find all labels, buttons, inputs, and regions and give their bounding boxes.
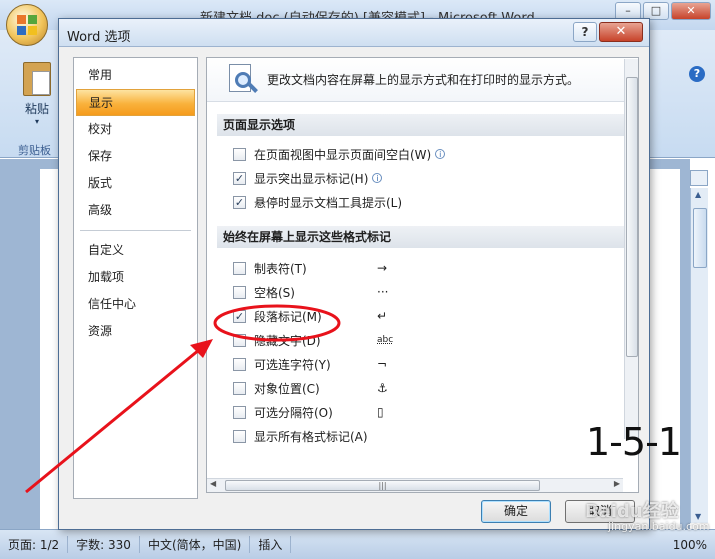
paste-button[interactable]: 粘贴 ▾ — [14, 62, 60, 126]
options-content: 更改文档内容在屏幕上的显示方式和在打印时的显示方式。 页面显示选项 在页面视图中… — [206, 57, 639, 493]
section-formatting-marks: 始终在屏幕上显示这些格式标记 — [217, 226, 628, 248]
content-vertical-scrollbar[interactable] — [624, 59, 638, 439]
dialog-close-button[interactable]: ✕ — [599, 22, 643, 42]
ok-button[interactable]: 确定 — [481, 500, 551, 523]
info-icon: i — [372, 173, 383, 183]
nav-item-resources[interactable]: 资源 — [76, 318, 195, 345]
nav-item-customize[interactable]: 自定义 — [76, 237, 195, 264]
nav-item-layout[interactable]: 版式 — [76, 170, 195, 197]
option-label: 段落标记(M) — [254, 309, 322, 324]
option-label: 显示所有格式标记(A) — [254, 429, 368, 444]
status-bar: 页面: 1/2 字数: 330 中文(简体，中国) 插入 100% — [0, 529, 715, 559]
scroll-left-icon[interactable]: ◀ — [210, 479, 216, 488]
scroll-up-icon[interactable]: ▲ — [695, 190, 701, 199]
option-paragraph-marks[interactable]: ✓ 段落标记(M) ↵ — [207, 304, 638, 328]
option-label: 对象位置(C) — [254, 381, 320, 396]
nav-item-addins[interactable]: 加载项 — [76, 264, 195, 291]
info-icon: i — [435, 149, 446, 159]
close-window-button[interactable]: ✕ — [671, 2, 711, 20]
status-zoom[interactable]: 100% — [665, 538, 715, 552]
office-button[interactable] — [6, 4, 48, 46]
option-show-whitespace[interactable]: 在页面视图中显示页面间空白(W) i — [207, 142, 638, 166]
step-label: 1-5-1 — [586, 420, 682, 464]
scroll-right-icon[interactable]: ▶ — [614, 479, 620, 488]
checkbox-optional-hyphens[interactable] — [233, 357, 246, 371]
nav-item-advanced[interactable]: 高级 — [76, 197, 195, 224]
space-dots-icon: ··· — [377, 285, 389, 299]
checkbox-show-whitespace[interactable] — [233, 147, 246, 161]
option-tab-characters[interactable]: 制表符(T) → — [207, 256, 638, 280]
tab-arrow-icon: → — [377, 261, 388, 275]
content-header-text: 更改文档内容在屏幕上的显示方式和在打印时的显示方式。 — [267, 73, 580, 87]
clipboard-group-label: 剪贴板 — [18, 144, 51, 157]
option-label: 显示突出显示标记(H) — [254, 171, 369, 186]
paste-label: 粘贴 — [24, 102, 49, 116]
option-show-all-marks[interactable]: 显示所有格式标记(A) — [207, 424, 638, 448]
checkbox-show-tooltips[interactable]: ✓ — [233, 195, 246, 209]
optional-hyphen-icon: ¬ — [377, 357, 388, 371]
watermark-url: jingyan.baidu.com — [608, 520, 710, 533]
option-label: 空格(S) — [254, 285, 295, 300]
view-ruler-button[interactable] — [690, 170, 708, 186]
paragraph-mark-icon: ↵ — [377, 309, 388, 323]
option-spaces[interactable]: 空格(S) ··· — [207, 280, 638, 304]
optional-break-icon: ▯ — [377, 405, 384, 419]
checkbox-optional-breaks[interactable] — [233, 405, 246, 419]
content-horizontal-scrollbar[interactable]: ◀ ||| ▶ — [207, 478, 623, 492]
nav-divider — [80, 230, 191, 231]
anchor-icon: ⚓ — [377, 381, 388, 395]
option-optional-breaks[interactable]: 可选分隔符(O) ▯ — [207, 400, 638, 424]
hscroll-thumb[interactable]: ||| — [225, 480, 540, 491]
nav-item-proofing[interactable]: 校对 — [76, 116, 195, 143]
dialog-title-bar: Word 选项 ? ✕ — [59, 19, 649, 47]
nav-item-trust-center[interactable]: 信任中心 — [76, 291, 195, 318]
option-object-anchors[interactable]: 对象位置(C) ⚓ — [207, 376, 638, 400]
option-label: 在页面视图中显示页面间空白(W) — [254, 147, 432, 162]
checkbox-object-anchors[interactable] — [233, 381, 246, 395]
option-label: 悬停时显示文档工具提示(L) — [254, 195, 403, 210]
display-magnifier-icon — [227, 63, 259, 96]
ribbon-help-icon[interactable]: ? — [689, 66, 705, 82]
clipboard-icon — [23, 62, 51, 96]
dialog-title: Word 选项 — [67, 30, 131, 45]
content-scroll-thumb[interactable] — [626, 77, 638, 357]
status-insert-mode[interactable]: 插入 — [250, 536, 292, 553]
status-page[interactable]: 页面: 1/2 — [0, 536, 69, 553]
option-label: 制表符(T) — [254, 261, 307, 276]
options-nav: 常用 显示 校对 保存 版式 高级 自定义 加载项 信任中心 资源 — [73, 57, 198, 499]
word-options-dialog: Word 选项 ? ✕ 常用 显示 校对 保存 版式 高级 自定义 加载项 信任… — [58, 18, 650, 530]
content-header: 更改文档内容在屏幕上的显示方式和在打印时的显示方式。 — [207, 58, 638, 102]
dialog-help-button[interactable]: ? — [573, 22, 597, 42]
nav-item-save[interactable]: 保存 — [76, 143, 195, 170]
status-language[interactable]: 中文(简体，中国) — [140, 536, 251, 553]
scroll-thumb[interactable] — [693, 208, 707, 268]
document-vertical-scrollbar[interactable]: ▲ ▼ — [690, 188, 708, 523]
nav-item-general[interactable]: 常用 — [76, 62, 195, 89]
checkbox-spaces[interactable] — [233, 285, 246, 299]
option-hidden-text[interactable]: 隐藏文字(D) abc — [207, 328, 638, 352]
chevron-down-icon[interactable]: ▾ — [14, 117, 60, 126]
status-word-count[interactable]: 字数: 330 — [68, 536, 140, 553]
option-show-highlighter[interactable]: ✓ 显示突出显示标记(H) i — [207, 166, 638, 190]
option-label: 可选连字符(Y) — [254, 357, 331, 372]
nav-item-display[interactable]: 显示 — [76, 89, 195, 116]
option-optional-hyphens[interactable]: 可选连字符(Y) ¬ — [207, 352, 638, 376]
option-label: 隐藏文字(D) — [254, 333, 321, 348]
option-label: 可选分隔符(O) — [254, 405, 333, 420]
checkbox-hidden-text[interactable] — [233, 333, 246, 347]
section-page-display: 页面显示选项 — [217, 114, 628, 136]
office-logo-icon — [17, 15, 37, 35]
checkbox-paragraph-marks[interactable]: ✓ — [233, 309, 246, 323]
checkbox-tab-characters[interactable] — [233, 261, 246, 275]
option-show-tooltips[interactable]: ✓ 悬停时显示文档工具提示(L) — [207, 190, 638, 214]
checkbox-show-all-marks[interactable] — [233, 429, 246, 443]
hidden-text-icon: abc — [377, 335, 394, 345]
checkbox-show-highlighter[interactable]: ✓ — [233, 171, 246, 185]
